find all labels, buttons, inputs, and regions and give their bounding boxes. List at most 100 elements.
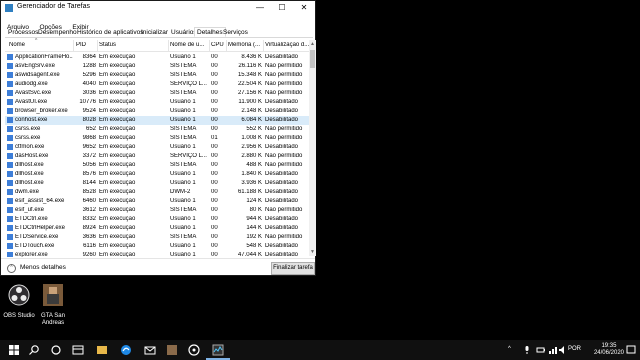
- vertical-scrollbar[interactable]: ▲ ▼: [309, 40, 316, 256]
- column-divider[interactable]: [168, 40, 169, 51]
- cell-pid: 8364: [82, 54, 96, 60]
- process-row[interactable]: dllhost.exe 8576 Em execução Usuário 1 00 1.8…: [5, 170, 309, 179]
- cell-name: browser_broker.exe: [15, 108, 68, 114]
- tab-desempenho[interactable]: Desempenho: [35, 27, 80, 36]
- battery-icon[interactable]: [536, 345, 546, 355]
- edge-icon[interactable]: [96, 344, 108, 356]
- cell-user: SISTEMA: [170, 90, 197, 96]
- cell-virtualization: Não permitido: [265, 63, 303, 69]
- tab-servicos[interactable]: Serviços: [220, 27, 251, 36]
- cell-cpu: 00: [211, 189, 218, 195]
- mail-icon[interactable]: [120, 344, 132, 356]
- column-divider[interactable]: [263, 40, 264, 51]
- process-row[interactable]: AvastUI.exe 10776 Em execução Usuário 1 00 11…: [5, 98, 309, 107]
- cell-name: ApplicationFrameHo...: [15, 54, 73, 60]
- network-icon[interactable]: [548, 345, 558, 355]
- cell-user: Usuário 1: [170, 252, 196, 257]
- start-icon[interactable]: [8, 344, 20, 356]
- process-row[interactable]: csrss.exe 652 Em execução SISTEMA 00 552 K Não…: [5, 125, 309, 134]
- process-row[interactable]: aswidsagent.exe 5296 Em execução SISTEMA 00 1…: [5, 71, 309, 80]
- process-row[interactable]: conhost.exe 8028 Em execução Usuário 1 00 6.0…: [5, 116, 309, 125]
- process-row[interactable]: esif_uf.exe 3612 Em execução SISTEMA 00 80 KN…: [5, 206, 309, 215]
- cell-virtualization: Não permitido: [265, 90, 303, 96]
- cell-virtualization: Desabilitado: [265, 171, 299, 177]
- process-row[interactable]: audiodg.exe 4040 Em execução SERVIÇO L... 00…: [5, 80, 309, 89]
- tab-strip: Processos Desempenho Histórico de aplica…: [5, 27, 313, 38]
- taskbar: ^ POR 19:35 24/06/2020: [0, 340, 640, 360]
- cell-user: Usuário 1: [170, 108, 196, 114]
- window-title: Gerenciador de Tarefas: [17, 3, 91, 10]
- col-pid[interactable]: PID: [76, 42, 96, 48]
- cell-name: ETDCtrl.exe: [15, 216, 48, 222]
- cell-pid: 6116: [83, 243, 96, 249]
- process-row[interactable]: dllhost.exe 8144 Em execução Usuário 1 00 3.9…: [5, 179, 309, 188]
- close-button[interactable]: ✕: [293, 1, 315, 15]
- process-row[interactable]: explorer.exe 9260 Em execução Usuário 1 00 47…: [5, 251, 309, 257]
- process-row[interactable]: dwm.exe 8528 Em execução DWM-2 00 61.188 K Des…: [5, 188, 309, 197]
- col-virtualizacao[interactable]: Virtualização d...: [265, 42, 309, 48]
- cell-name: explorer.exe: [15, 252, 48, 257]
- process-list: ApplicationFrameHo... 8364 Em execução Usuá…: [5, 53, 309, 257]
- scroll-up-icon[interactable]: ▲: [310, 41, 315, 47]
- process-row[interactable]: dllhost.exe 5056 Em execução SISTEMA 00 488 K…: [5, 161, 309, 170]
- microphone-icon[interactable]: [522, 345, 532, 355]
- column-divider[interactable]: [209, 40, 210, 51]
- clock-time: 19:35: [601, 343, 617, 349]
- search-icon[interactable]: [28, 344, 40, 356]
- scroll-down-icon[interactable]: ▼: [310, 249, 315, 255]
- chevron-up-icon[interactable]: ⌃: [7, 264, 16, 273]
- obs-taskbar-icon[interactable]: [188, 344, 200, 356]
- end-task-button[interactable]: Finalizar tarefa: [271, 262, 315, 275]
- process-row[interactable]: ETDTouch.exe 6116 Em execução Usuário 1 00 54…: [5, 242, 309, 251]
- menu-bar: Arquivo Opções Exibir: [1, 16, 315, 31]
- chevron-up-icon[interactable]: ^: [508, 346, 511, 352]
- process-icon: [7, 207, 13, 213]
- language-indicator[interactable]: POR: [568, 346, 581, 352]
- process-row[interactable]: asvEngSrv.exe 1288 Em execução SISTEMA 00 26.…: [5, 62, 309, 71]
- col-cpu[interactable]: CPU: [211, 42, 225, 48]
- task-view-icon[interactable]: [50, 344, 62, 356]
- column-divider[interactable]: [73, 40, 74, 51]
- clock[interactable]: 19:35 24/06/2020: [594, 343, 624, 357]
- process-row[interactable]: ETDCtrlHelper.exe 8924 Em execução Usuário …: [5, 224, 309, 233]
- process-row[interactable]: ApplicationFrameHo... 8364 Em execução Usuá…: [5, 53, 309, 62]
- process-row[interactable]: dasHost.exe 3372 Em execução SERVIÇO L... 00…: [5, 152, 309, 161]
- col-usuario[interactable]: Nome de u...: [170, 42, 208, 48]
- cell-status: Em execução: [99, 108, 136, 114]
- process-row[interactable]: AvastSvc.exe 3036 Em execução SISTEMA 00 27.1…: [5, 89, 309, 98]
- gta-taskbar-icon[interactable]: [166, 344, 178, 356]
- process-row[interactable]: ctfmon.exe 9652 Em execução Usuário 1 00 2.95…: [5, 143, 309, 152]
- file-explorer-icon[interactable]: [72, 344, 84, 356]
- less-details-link[interactable]: Menos detalhes: [20, 264, 66, 271]
- tab-historico[interactable]: Histórico de aplicativos: [74, 27, 146, 36]
- scrollbar-thumb[interactable]: [310, 50, 315, 68]
- volume-icon[interactable]: [558, 345, 568, 355]
- col-nome[interactable]: Nome: [9, 42, 71, 48]
- cell-memory: 144 K: [246, 225, 262, 231]
- cell-pid: 652: [85, 126, 96, 132]
- process-row[interactable]: ETDCtrl.exe 8332 Em execução Usuário 1 00 944…: [5, 215, 309, 224]
- envelope-icon[interactable]: [144, 344, 156, 356]
- title-bar[interactable]: Gerenciador de Tarefas — ☐ ✕: [1, 1, 315, 15]
- notification-icon[interactable]: [626, 345, 636, 355]
- cell-memory: 552 K: [246, 126, 262, 132]
- col-status[interactable]: Status: [99, 42, 167, 48]
- task-manager-taskbar-icon[interactable]: [212, 344, 224, 356]
- col-memoria[interactable]: Memória (...: [228, 42, 262, 48]
- process-row[interactable]: csrss.exe 9868 Em execução SISTEMA 01 1.008 K…: [5, 134, 309, 143]
- desktop-icon-obs[interactable]: OBS Studio: [2, 284, 36, 320]
- cell-user: SISTEMA: [170, 162, 197, 168]
- desktop-icon-gta[interactable]: GTA San Andreas: [36, 284, 70, 327]
- cell-memory: 548 K: [246, 243, 262, 249]
- maximize-button[interactable]: ☐: [271, 1, 293, 15]
- cell-memory: 1.840 K: [241, 171, 262, 177]
- process-row[interactable]: browser_broker.exe 9524 Em execução Usuário…: [5, 107, 309, 116]
- cell-status: Em execução: [99, 144, 136, 150]
- minimize-button[interactable]: —: [249, 1, 271, 15]
- column-divider[interactable]: [226, 40, 227, 51]
- process-row[interactable]: ETDService.exe 3636 Em execução SISTEMA 00 19…: [5, 233, 309, 242]
- obs-icon: [8, 284, 30, 306]
- process-row[interactable]: esif_assist_64.exe 6460 Em execução Usuário…: [5, 197, 309, 206]
- column-divider[interactable]: [97, 40, 98, 51]
- tab-inicializar[interactable]: Inicializar: [138, 27, 171, 36]
